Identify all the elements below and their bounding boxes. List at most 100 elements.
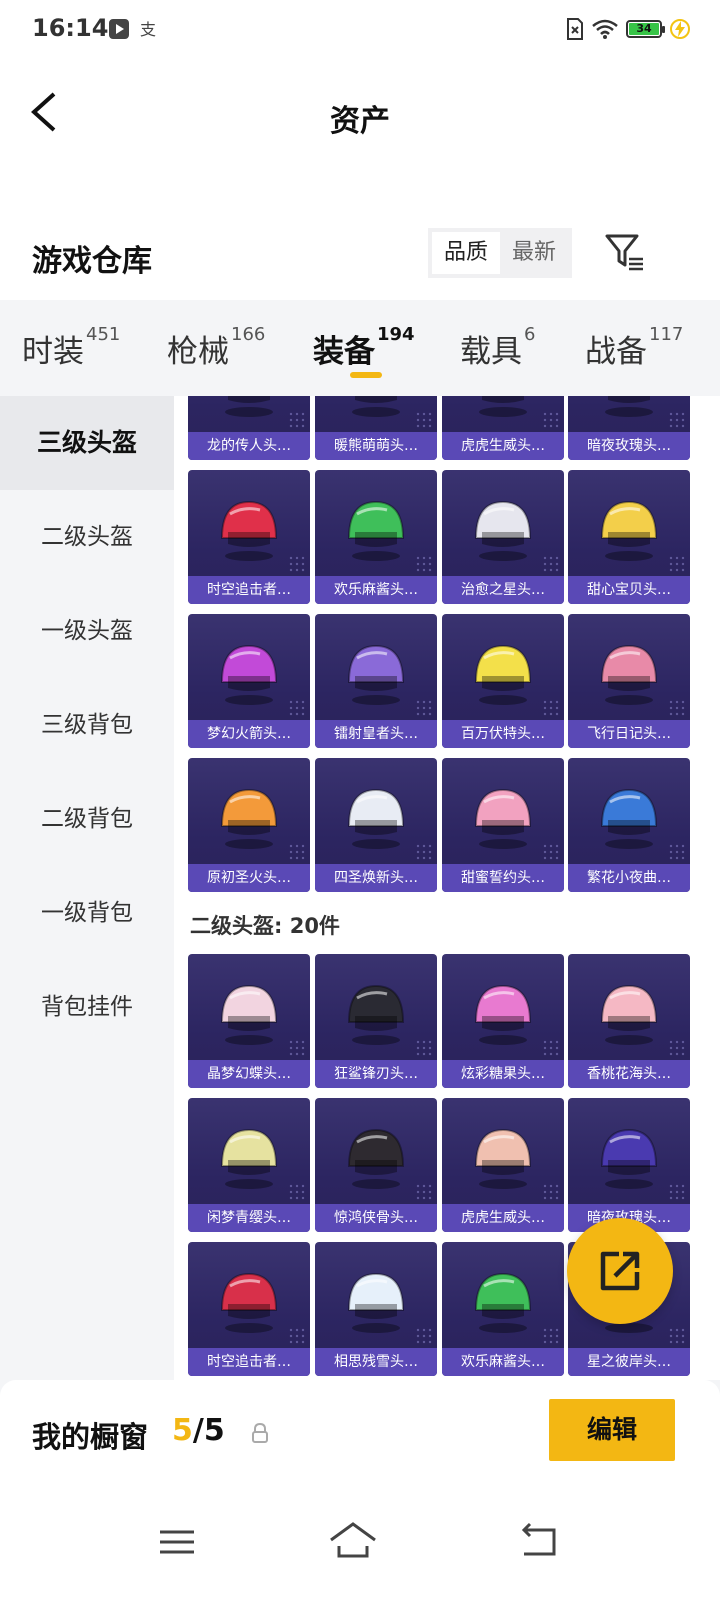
item-name: 时空追击者… [207, 1354, 291, 1370]
helmet-icon [600, 1128, 658, 1189]
sidebar-item-level2-backpack[interactable]: 二级背包 [0, 772, 174, 866]
sidebar-item-backpack-pendant[interactable]: 背包挂件 [0, 960, 174, 1054]
item-name: 治愈之星头… [461, 582, 545, 598]
alipay-icon: 支 [140, 20, 156, 39]
helmet-icon [220, 788, 278, 849]
item-card[interactable]: 香桃花海头… [568, 954, 690, 1088]
sort-quality-option[interactable]: 品质 [432, 232, 501, 274]
tab-label: 载具 [460, 334, 522, 370]
card-pattern [288, 555, 306, 573]
tab-vehicles[interactable]: 载具 6 [460, 324, 536, 371]
showcase-total: /5 [192, 1413, 225, 1448]
helmet-icon [600, 984, 658, 1045]
sidebar-item-level1-helmet[interactable]: 一级头盔 [0, 584, 174, 678]
item-card[interactable]: 时空追击者… [188, 1242, 310, 1376]
tab-count: 166 [231, 324, 266, 345]
status-time: 16:14 [32, 14, 109, 42]
tab-weapons[interactable]: 枪械 166 [167, 324, 266, 371]
item-name: 欢乐麻酱头… [461, 1354, 545, 1370]
card-pattern [668, 843, 686, 861]
sidebar-item-level2-helmet[interactable]: 二级头盔 [0, 490, 174, 584]
item-card[interactable]: 暗夜玫瑰头… [568, 396, 690, 460]
card-pattern [415, 843, 433, 861]
item-card[interactable]: 镭射皇者头… [315, 614, 437, 748]
wifi-icon [592, 19, 618, 39]
item-name: 百万伏特头… [461, 726, 545, 742]
card-pattern [668, 1183, 686, 1201]
edit-button[interactable]: 编辑 [549, 1399, 675, 1461]
home-icon[interactable] [323, 1512, 383, 1572]
helmet-icon [600, 644, 658, 705]
filter-icon[interactable] [603, 232, 647, 274]
tab-fashion[interactable]: 时装 451 [22, 324, 121, 371]
item-card[interactable]: 相思残雪头… [315, 1242, 437, 1376]
item-card[interactable]: 欢乐麻酱头… [315, 470, 437, 604]
helmet-icon [352, 396, 400, 417]
battery-icon: 34 [626, 20, 665, 38]
item-card[interactable]: 甜蜜誓约头… [442, 758, 564, 892]
section-title: 游戏仓库 [32, 244, 152, 279]
item-card[interactable]: 龙的传人头… [188, 396, 310, 460]
header: 资产 游戏仓库 品质 最新 [0, 60, 720, 300]
item-card[interactable]: 暖熊萌萌头… [315, 396, 437, 460]
card-pattern [288, 843, 306, 861]
card-pattern [415, 699, 433, 717]
item-card[interactable]: 晶梦幻蝶头… [188, 954, 310, 1088]
helmet-icon [220, 1128, 278, 1189]
card-pattern [668, 411, 686, 429]
card-pattern [542, 1327, 560, 1345]
card-pattern [668, 555, 686, 573]
item-card[interactable]: 飞行日记头… [568, 614, 690, 748]
share-button[interactable] [567, 1218, 673, 1324]
item-card[interactable]: 甜心宝贝头… [568, 470, 690, 604]
item-name: 原初圣火头… [207, 870, 291, 886]
sort-toggle: 品质 最新 [428, 228, 573, 278]
item-card[interactable]: 原初圣火头… [188, 758, 310, 892]
card-pattern [542, 411, 560, 429]
item-card[interactable]: 欢乐麻酱头… [442, 1242, 564, 1376]
item-name: 甜蜜誓约头… [461, 870, 545, 886]
back-nav-icon[interactable] [508, 1512, 568, 1572]
tab-label: 时装 [22, 334, 84, 370]
item-card[interactable]: 繁花小夜曲… [568, 758, 690, 892]
item-card[interactable]: 时空追击者… [188, 470, 310, 604]
menu-icon[interactable] [148, 1512, 208, 1572]
tab-equipment[interactable]: 装备 194 [313, 324, 415, 371]
sidebar-item-level3-helmet[interactable]: 三级头盔 [0, 396, 174, 490]
group-header-level2-helmet: 二级头盔: 20件 [190, 914, 340, 938]
item-card[interactable]: 虎虎生威头… [442, 1098, 564, 1232]
item-card[interactable]: 暗夜玫瑰头… [568, 1098, 690, 1232]
sidebar-item-level3-backpack[interactable]: 三级背包 [0, 678, 174, 772]
tab-count: 6 [524, 324, 536, 345]
sidebar-item-level1-backpack[interactable]: 一级背包 [0, 866, 174, 960]
item-card[interactable]: 闲梦青缨头… [188, 1098, 310, 1232]
system-nav-bar [0, 1490, 720, 1600]
item-card[interactable]: 百万伏特头… [442, 614, 564, 748]
item-card[interactable]: 炫彩糖果头… [442, 954, 564, 1088]
helmet-icon [220, 644, 278, 705]
showcase-count: 5/5 [172, 1413, 225, 1448]
card-pattern [288, 1327, 306, 1345]
helmet-icon [220, 984, 278, 1045]
item-card[interactable]: 惊鸿侠骨头… [315, 1098, 437, 1232]
card-pattern [668, 1039, 686, 1057]
item-card[interactable]: 四圣焕新头… [315, 758, 437, 892]
status-icons: 34 [566, 17, 690, 41]
item-name: 晶梦幻蝶头… [207, 1066, 291, 1082]
item-card[interactable]: 治愈之星头… [442, 470, 564, 604]
item-name: 炫彩糖果头… [461, 1066, 545, 1082]
card-pattern [542, 1183, 560, 1201]
item-card[interactable]: 狂鲨锋刃头… [315, 954, 437, 1088]
tab-count: 451 [86, 324, 121, 345]
item-card[interactable]: 梦幻火箭头… [188, 614, 310, 748]
sort-newest-option[interactable]: 最新 [500, 232, 568, 274]
helmet-icon [474, 1128, 532, 1189]
tab-gear[interactable]: 战备 117 [585, 324, 683, 371]
item-name: 暗夜玫瑰头… [587, 438, 671, 454]
video-app-icon [109, 19, 129, 39]
card-pattern [542, 1039, 560, 1057]
item-card[interactable]: 虎虎生威头… [442, 396, 564, 460]
item-name: 相思残雪头… [334, 1354, 418, 1370]
helmet-icon [347, 1272, 405, 1333]
helmet-icon [347, 1128, 405, 1189]
